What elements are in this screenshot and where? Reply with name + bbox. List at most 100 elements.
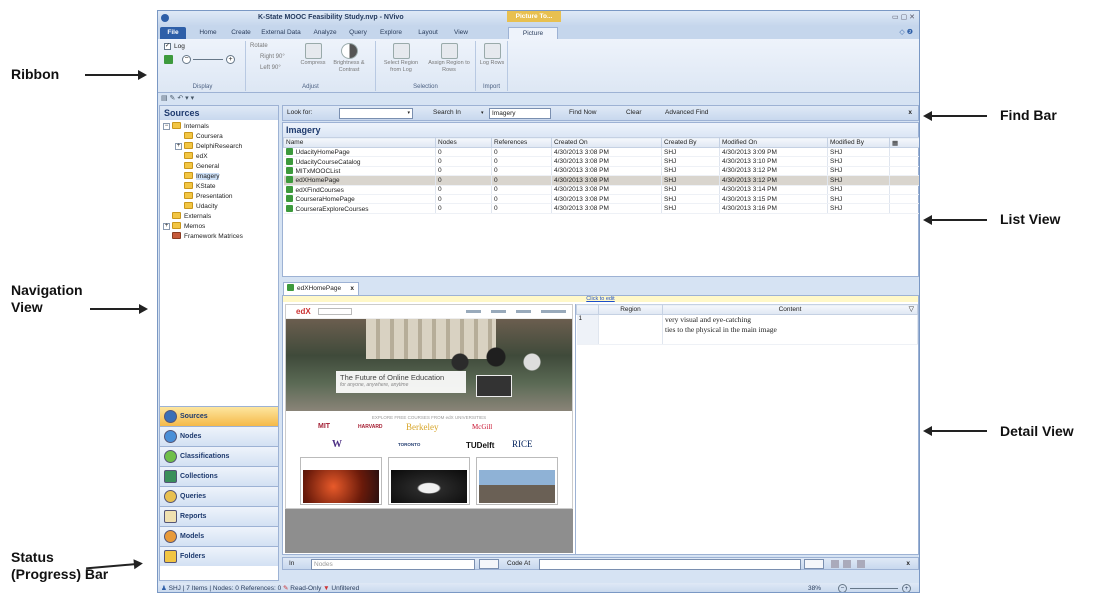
help-icon[interactable]: ◇ ❷ (899, 28, 913, 36)
search-in-input[interactable]: Imagery (489, 108, 551, 119)
close-tab-icon[interactable]: x (350, 283, 354, 295)
tree-item-edx[interactable]: edX (184, 152, 208, 161)
click-to-edit-link[interactable]: Click to edit (283, 296, 918, 302)
tree-item-delphiresearch[interactable]: DelphiResearch (184, 142, 242, 151)
column-chooser-icon[interactable]: ▦ (889, 137, 919, 148)
course-card-3[interactable] (476, 457, 558, 505)
coding-in-select[interactable]: Nodes (311, 559, 475, 570)
quick-access-toolbar[interactable]: ▤ ✎ ↶ ▾ ▾ (158, 93, 919, 104)
window-controls[interactable]: ▭ ▢ ✕ (892, 13, 915, 21)
column-header-created-on[interactable]: Created On (551, 137, 662, 148)
column-header-modified-by[interactable]: Modified By (827, 137, 890, 148)
display-icon[interactable] (164, 55, 173, 64)
course-card-2[interactable] (388, 457, 470, 505)
zoom-slider[interactable] (193, 59, 223, 60)
column-header-references[interactable]: References (491, 137, 552, 148)
table-row[interactable]: edXFindCourses 0 0 4/30/2013 3:08 PM SHJ 4/30… (283, 185, 919, 195)
coding-bar-close-icon[interactable]: x (906, 558, 910, 569)
collapse-internals-icon[interactable]: − (163, 123, 170, 130)
column-header-name[interactable]: Name (283, 137, 436, 148)
refresh-button-icon[interactable] (857, 560, 865, 568)
tree-item-externals[interactable]: Externals (172, 212, 211, 221)
nav-button-reports[interactable]: Reports (160, 506, 278, 526)
region-row[interactable]: 1 very visual and eye-catching ties to t… (576, 314, 918, 345)
nav-button-models[interactable]: Models (160, 526, 278, 546)
look-for-input[interactable]: ▾ (339, 108, 413, 119)
tab-picture[interactable]: Picture (508, 27, 558, 39)
tree-item-internals[interactable]: Internals (172, 122, 209, 131)
find-bar-close-icon[interactable]: x (908, 106, 912, 120)
tree-item-coursera[interactable]: Coursera (184, 132, 223, 141)
nav-button-sources[interactable]: Sources (160, 406, 278, 426)
rotate-right-button[interactable]: Right 90° (260, 54, 285, 60)
brightness-contrast-button[interactable]: Brightness & Contrast (330, 43, 368, 73)
nav-button-classifications[interactable]: Classifications (160, 446, 278, 466)
tab-create[interactable]: Create (226, 27, 256, 39)
nav-button-folders[interactable]: Folders (160, 546, 278, 566)
table-row[interactable]: UdacityCourseCatalog 0 0 4/30/2013 3:08 PM S… (283, 156, 919, 167)
expand-delphi-icon[interactable]: + (175, 143, 182, 150)
zoom-in-icon[interactable]: + (226, 55, 235, 64)
search-in-arrow-icon[interactable]: ▾ (481, 106, 484, 120)
select-region-button[interactable]: Select Region from Log (378, 43, 424, 73)
table-row[interactable]: MITxMOOCList 0 0 4/30/2013 3:08 PM SHJ 4/30/2… (283, 166, 919, 177)
content-cell[interactable]: very visual and eye-catching ties to the… (662, 314, 918, 345)
cell-empty (889, 175, 919, 186)
app-icon[interactable] (161, 14, 169, 22)
tree-item-framework-matrices[interactable]: Framework Matrices (172, 232, 243, 241)
tab-layout[interactable]: Layout (412, 27, 444, 39)
column-header-region[interactable]: Region (598, 304, 663, 315)
rotate-left-button[interactable]: Left 90° (260, 65, 281, 71)
course-card-1[interactable] (300, 457, 382, 505)
filter-icon[interactable]: ▽ (909, 305, 914, 313)
region-cell[interactable] (598, 314, 663, 345)
tab-query[interactable]: Query (344, 27, 372, 39)
compress-button[interactable]: Compress (298, 43, 328, 67)
coding-browse-button[interactable] (479, 559, 499, 569)
tab-view[interactable]: View (448, 27, 474, 39)
advanced-find-button[interactable]: Advanced Find (665, 106, 708, 120)
tab-home[interactable]: Home (194, 27, 222, 39)
search-in-label[interactable]: Search In (433, 106, 461, 120)
dropdown-arrow-icon[interactable]: ▾ (407, 109, 410, 118)
tree-item-udacity[interactable]: Udacity (184, 202, 218, 211)
detail-tab-edxhomepage[interactable]: edXHomePage x (283, 282, 359, 295)
folder-icon (184, 202, 193, 209)
column-header-created-by[interactable]: Created By (661, 137, 720, 148)
tab-external-data[interactable]: External Data (258, 27, 304, 39)
hero-photo: The Future of Online Education for anyon… (286, 319, 572, 411)
table-row[interactable]: UdacityHomePage 0 0 4/30/2013 3:08 PM SHJ 4/3… (283, 147, 919, 158)
code-button-icon[interactable] (831, 560, 839, 568)
nav-button-queries[interactable]: Queries (160, 486, 278, 506)
expand-memos-icon[interactable]: + (163, 223, 170, 230)
column-header-modified-on[interactable]: Modified On (719, 137, 828, 148)
log-rows-button[interactable]: Log Rows (478, 43, 506, 67)
tab-file[interactable]: File (160, 27, 186, 39)
code-at-input[interactable] (539, 559, 801, 570)
tree-item-presentation[interactable]: Presentation (184, 192, 233, 201)
tab-explore[interactable]: Explore (374, 27, 408, 39)
hero-video-thumbnail[interactable] (476, 375, 512, 397)
tree-item-memos[interactable]: Memos (172, 222, 205, 231)
clear-button[interactable]: Clear (626, 106, 642, 120)
find-now-button[interactable]: Find Now (569, 106, 596, 120)
nav-button-nodes[interactable]: Nodes (160, 426, 278, 446)
nav-button-collections[interactable]: Collections (160, 466, 278, 486)
assign-region-button[interactable]: Assign Region to Rows (426, 43, 472, 73)
picture-canvas[interactable]: edX The Future of Online Education for a… (285, 304, 573, 509)
uncode-button-icon[interactable] (843, 560, 851, 568)
tab-analyze[interactable]: Analyze (308, 27, 342, 39)
code-at-browse-button[interactable] (804, 559, 824, 569)
log-checkbox[interactable]: ✓ (164, 43, 171, 50)
column-header-content[interactable]: Content (662, 304, 918, 315)
tree-item-kstate[interactable]: KState (184, 182, 216, 191)
status-zoom-slider[interactable] (850, 588, 898, 589)
table-row-selected[interactable]: edXHomePage 0 0 4/30/2013 3:08 PM SHJ 4/30/20… (283, 175, 919, 186)
zoom-out-icon[interactable]: − (182, 55, 191, 64)
tree-item-general[interactable]: General (184, 162, 219, 171)
tree-item-imagery[interactable]: Imagery (184, 172, 220, 181)
table-row[interactable]: CourseraExploreCourses 0 0 4/30/2013 3:08 P… (283, 203, 919, 214)
column-header-nodes[interactable]: Nodes (435, 137, 492, 148)
matrix-icon (172, 232, 181, 239)
table-row[interactable]: CourseraHomePage 0 0 4/30/2013 3:08 PM SHJ 4/… (283, 194, 919, 205)
